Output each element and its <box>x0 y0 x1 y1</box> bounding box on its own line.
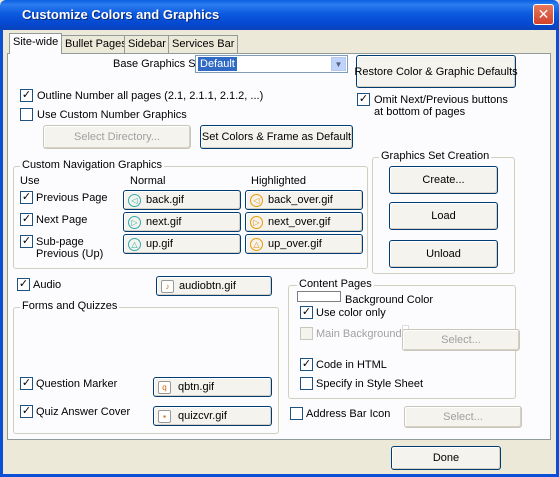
up-normal-file-button[interactable]: △ up.gif <box>123 234 241 254</box>
main-background-checkbox[interactable] <box>300 327 313 340</box>
code-in-html-checkbox[interactable]: ✓ <box>300 358 313 371</box>
outline-number-label: Outline Number all pages (2.1, 2.1.1, 2.… <box>37 90 264 102</box>
col-normal-label: Normal <box>130 175 166 187</box>
back-arrow-icon: ◁ <box>128 194 141 207</box>
col-use-label: Use <box>20 175 40 187</box>
up-arrow-icon: △ <box>250 238 263 251</box>
next-highlighted-file: next_over.gif <box>268 216 331 228</box>
create-button[interactable]: Create... <box>389 166 498 194</box>
main-background-label: Main Background <box>316 328 402 340</box>
nav-graphics-group-label: Custom Navigation Graphics <box>20 159 165 171</box>
chevron-down-icon[interactable]: ▼ <box>331 57 346 71</box>
up-highlighted-file-button[interactable]: △ up_over.gif <box>245 234 363 254</box>
omit-nav-checkbox[interactable]: ✓ <box>357 93 370 106</box>
next-page-label: Next Page <box>36 214 88 226</box>
base-graphics-select[interactable]: Default ▼ <box>195 55 348 73</box>
sub-page-previous-label: Sub-page Previous (Up) <box>36 236 104 260</box>
previous-normal-file: back.gif <box>146 194 184 206</box>
set-colors-default-button[interactable]: Set Colors & Frame as Default <box>200 125 353 149</box>
previous-highlighted-file-button[interactable]: ◁ back_over.gif <box>245 190 363 210</box>
load-button[interactable]: Load <box>389 202 498 230</box>
content-pages-group-label: Content Pages <box>297 278 374 290</box>
quiz-answer-file-button[interactable]: ▪ quizcvr.gif <box>153 406 272 426</box>
quiz-answer-file: quizcvr.gif <box>178 410 227 422</box>
address-bar-icon-label: Address Bar Icon <box>306 408 391 420</box>
question-marker-checkbox[interactable]: ✓ <box>20 377 33 390</box>
next-arrow-icon: ▷ <box>250 216 263 229</box>
quiz-answer-checkbox[interactable]: ✓ <box>20 405 33 418</box>
next-highlighted-file-button[interactable]: ▷ next_over.gif <box>245 212 363 232</box>
custom-number-label: Use Custom Number Graphics <box>37 109 187 121</box>
next-normal-file-button[interactable]: ▷ next.gif <box>123 212 241 232</box>
back-arrow-icon: ◁ <box>250 194 263 207</box>
code-in-html-label: Code in HTML <box>316 359 387 371</box>
base-graphics-label: Base Graphics Set <box>113 58 205 70</box>
audio-checkbox[interactable]: ✓ <box>17 278 30 291</box>
address-bar-icon-checkbox[interactable] <box>290 407 303 420</box>
omit-nav-label: Omit Next/Previous buttons at bottom of … <box>374 94 508 118</box>
style-sheet-label: Specify in Style Sheet <box>316 378 424 390</box>
question-marker-label: Question Marker <box>36 378 118 390</box>
previous-page-checkbox[interactable]: ✓ <box>20 191 33 204</box>
speaker-icon: ♪ <box>161 280 174 293</box>
style-sheet-checkbox[interactable] <box>300 377 313 390</box>
main-background-select-button[interactable]: Select... <box>402 329 520 351</box>
forms-quizzes-group-label: Forms and Quizzes <box>20 300 120 312</box>
next-normal-file: next.gif <box>146 216 182 228</box>
question-icon: q <box>158 381 171 394</box>
previous-highlighted-file: back_over.gif <box>268 194 333 206</box>
unload-button[interactable]: Unload <box>389 240 498 268</box>
outline-number-checkbox[interactable]: ✓ <box>20 89 33 102</box>
next-arrow-icon: ▷ <box>128 216 141 229</box>
quiz-cover-icon: ▪ <box>158 410 171 423</box>
col-highlighted-label: Highlighted <box>251 175 307 187</box>
audio-label: Audio <box>33 279 62 291</box>
audio-file: audiobtn.gif <box>179 280 236 292</box>
up-normal-file: up.gif <box>146 238 173 250</box>
select-directory-button[interactable]: Select Directory... <box>43 125 191 149</box>
previous-normal-file-button[interactable]: ◁ back.gif <box>123 190 241 210</box>
up-arrow-icon: △ <box>128 238 141 251</box>
audio-file-button[interactable]: ♪ audiobtn.gif <box>156 276 272 296</box>
background-color-label: Background Color <box>345 294 434 306</box>
background-color-swatch[interactable] <box>297 291 341 302</box>
done-button[interactable]: Done <box>391 446 501 470</box>
question-marker-file-button[interactable]: q qbtn.gif <box>153 377 272 397</box>
previous-page-label: Previous Page <box>36 192 108 204</box>
restore-defaults-button[interactable]: Restore Color & Graphic Defaults <box>354 55 518 88</box>
base-graphics-value: Default <box>198 57 237 71</box>
use-color-only-checkbox[interactable]: ✓ <box>300 306 313 319</box>
address-bar-select-button[interactable]: Select... <box>404 406 522 428</box>
graphics-set-group-label: Graphics Set Creation <box>379 150 492 162</box>
quiz-answer-label: Quiz Answer Cover <box>36 406 131 418</box>
question-marker-file: qbtn.gif <box>178 381 215 393</box>
custom-number-checkbox[interactable] <box>20 108 33 121</box>
up-highlighted-file: up_over.gif <box>268 238 322 250</box>
next-page-checkbox[interactable]: ✓ <box>20 213 33 226</box>
sub-page-previous-checkbox[interactable]: ✓ <box>20 235 33 248</box>
use-color-only-label: Use color only <box>316 307 386 319</box>
